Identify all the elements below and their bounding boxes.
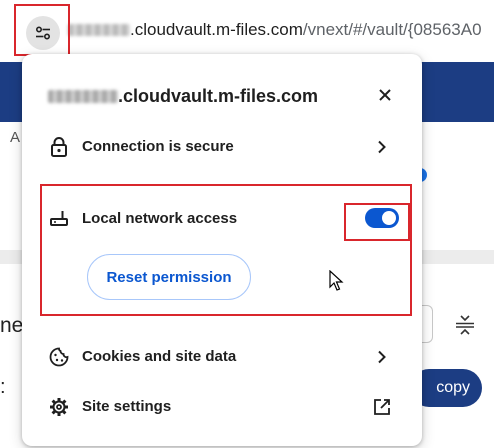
mouse-cursor-icon bbox=[329, 269, 345, 297]
site-settings-row[interactable]: Site settings bbox=[22, 384, 422, 430]
site-settings-label: Site settings bbox=[82, 398, 172, 415]
close-button[interactable] bbox=[374, 84, 396, 106]
redacted-subdomain bbox=[68, 24, 130, 36]
connection-label: Connection is secure bbox=[82, 138, 234, 155]
chevron-right-icon bbox=[372, 137, 392, 157]
filter-icon[interactable] bbox=[453, 313, 477, 342]
popup-host: .cloudvault.m-files.com bbox=[48, 86, 318, 107]
site-info-popup: .cloudvault.m-files.com Connection is se… bbox=[22, 54, 422, 446]
url-host: .cloudvault.m-files.com bbox=[130, 20, 303, 39]
site-info-highlight bbox=[14, 4, 70, 56]
open-in-new-icon bbox=[372, 397, 392, 417]
address-bar: .cloudvault.m-files.com/vnext/#/vault/{0… bbox=[0, 0, 494, 62]
url-text[interactable]: .cloudvault.m-files.com/vnext/#/vault/{0… bbox=[68, 20, 482, 40]
page-text-partial-colon: : bbox=[0, 376, 6, 398]
popup-host-text: .cloudvault.m-files.com bbox=[118, 86, 319, 106]
cookie-icon bbox=[48, 346, 70, 368]
connection-row[interactable]: Connection is secure bbox=[22, 124, 422, 170]
local-network-highlight bbox=[40, 184, 412, 316]
page-text-partial-ne: ne bbox=[0, 314, 24, 337]
page-text-partial-a: A bbox=[10, 129, 21, 146]
url-path: /vnext/#/vault/{08563A0 bbox=[302, 20, 482, 39]
gear-icon bbox=[48, 396, 70, 418]
close-icon bbox=[379, 89, 391, 101]
chevron-right-icon bbox=[372, 347, 392, 367]
cookies-row[interactable]: Cookies and site data bbox=[22, 334, 422, 380]
cookies-label: Cookies and site data bbox=[82, 348, 237, 365]
lock-icon bbox=[48, 136, 70, 158]
redacted-subdomain bbox=[48, 90, 118, 103]
